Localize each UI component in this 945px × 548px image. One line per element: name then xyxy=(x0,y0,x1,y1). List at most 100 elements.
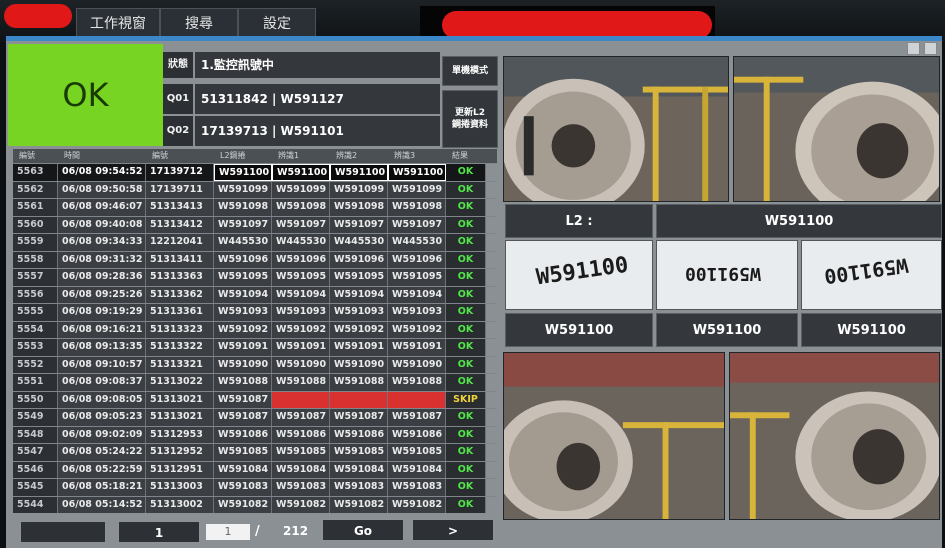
row-ocr1: W591083 xyxy=(272,479,330,496)
row-ocr2: W591084 xyxy=(330,461,388,478)
row-l2: W591091 xyxy=(214,339,272,356)
label-code-3: W591100 xyxy=(822,253,910,289)
row-time: 06/08 05:14:52 xyxy=(58,496,146,513)
update-l2-button[interactable]: 更新L2 鋼捲資料 xyxy=(442,90,498,148)
row-time: 06/08 09:19:29 xyxy=(58,304,146,321)
row-time: 06/08 09:46:07 xyxy=(58,199,146,216)
row-l2: W591083 xyxy=(214,479,272,496)
row-ocr2: W591087 xyxy=(330,409,388,426)
table-row[interactable]: 5562 06/08 09:50:58 17139711 W591099 W591099… xyxy=(13,180,497,198)
row-number: 51313321 xyxy=(146,356,214,373)
row-ocr3: W591085 xyxy=(388,444,446,461)
table-row[interactable]: 5557 06/08 09:28:36 51313363 W591095 W591095… xyxy=(13,268,497,286)
row-time: 06/08 09:40:08 xyxy=(58,216,146,233)
row-ocr1: W591091 xyxy=(272,339,330,356)
row-ocr1: W591094 xyxy=(272,286,330,303)
page-one-button[interactable]: 1 xyxy=(118,521,200,543)
redacted-logo xyxy=(4,4,72,28)
table-row[interactable]: 5559 06/08 09:34:33 12212041 W445530 W445530… xyxy=(13,233,497,251)
header-l2: L2鋼捲 xyxy=(220,151,246,160)
label-code-1: W591100 xyxy=(534,252,631,291)
row-time: 06/08 09:05:23 xyxy=(58,409,146,426)
table-row[interactable]: 5546 06/08 05:22:59 51312951 W591084 W591084… xyxy=(13,460,497,478)
row-index: 5549 xyxy=(13,409,58,426)
row-number: 51312951 xyxy=(146,461,214,478)
row-ocr3: W591090 xyxy=(388,356,446,373)
row-index: 5556 xyxy=(13,286,58,303)
table-row[interactable]: 5547 06/08 05:24:22 51312952 W591085 W591085… xyxy=(13,443,497,461)
table-row[interactable]: 5549 06/08 09:05:23 51313021 W591087 W591087… xyxy=(13,408,497,426)
row-number: 51313003 xyxy=(146,479,214,496)
row-l2: W591098 xyxy=(214,199,272,216)
table-row[interactable]: 5548 06/08 09:02:09 51312953 W591086 W591086… xyxy=(13,425,497,443)
q01-value: 51311842 | W591127 xyxy=(195,84,440,114)
row-ocr3: W591092 xyxy=(388,321,446,338)
go-button[interactable]: Go xyxy=(322,519,404,541)
table-row[interactable]: 5553 06/08 09:13:35 51313322 W591091 W591091… xyxy=(13,338,497,356)
row-ocr1: W591084 xyxy=(272,461,330,478)
row-ocr1: W591086 xyxy=(272,426,330,443)
l2-label: L2 : xyxy=(505,204,653,238)
q02-label: Q02 xyxy=(163,116,193,146)
row-number: 51313361 xyxy=(146,304,214,321)
row-number: 51313022 xyxy=(146,374,214,391)
minimize-icon[interactable] xyxy=(907,42,920,55)
row-index: 5558 xyxy=(13,251,58,268)
row-time: 06/08 09:08:37 xyxy=(58,374,146,391)
row-ocr1: W591085 xyxy=(272,444,330,461)
restore-icon[interactable] xyxy=(924,42,937,55)
row-l2: W591094 xyxy=(214,286,272,303)
row-number: 51312953 xyxy=(146,426,214,443)
row-l2: W445530 xyxy=(214,234,272,251)
table-row[interactable]: 5544 06/08 05:14:52 51313002 W591082 W591082… xyxy=(13,495,497,513)
table-row[interactable]: 5550 06/08 09:08:05 51313021 W591087 SKIP xyxy=(13,390,497,408)
row-ocr3: W591091 xyxy=(388,339,446,356)
page-total: 212 xyxy=(283,524,309,538)
row-ocr2: W591088 xyxy=(330,374,388,391)
row-index: 5547 xyxy=(13,444,58,461)
table-row[interactable]: 5561 06/08 09:46:07 51313413 W591098 W591098… xyxy=(13,198,497,216)
table-row[interactable]: 5563 06/08 09:54:52 17139712 W591100 W591100… xyxy=(13,163,497,181)
row-l2: W591082 xyxy=(214,496,272,513)
row-ocr1: W591097 xyxy=(272,216,330,233)
ocr-result-1: W591100 xyxy=(505,313,653,347)
update-l2-label-1: 更新L2 xyxy=(455,108,485,118)
header-time: 時間 xyxy=(64,151,80,160)
redacted-title xyxy=(442,11,712,39)
table-row[interactable]: 5551 06/08 09:08:37 51313022 W591088 W591088… xyxy=(13,373,497,391)
table-row[interactable]: 5556 06/08 09:25:26 51313362 W591094 W591094… xyxy=(13,285,497,303)
table-row[interactable]: 5552 06/08 09:10:57 51313321 W591090 W591090… xyxy=(13,355,497,373)
row-index: 5562 xyxy=(13,181,58,198)
table-row[interactable]: 5558 06/08 09:31:32 51313411 W591096 W591096… xyxy=(13,250,497,268)
row-number: 51312952 xyxy=(146,444,214,461)
header-index: 編號 xyxy=(19,151,35,160)
label-code-2: W591100 xyxy=(685,263,761,284)
table-row[interactable]: 5545 06/08 05:18:21 51313003 W591083 W591083… xyxy=(13,478,497,496)
row-ocr1: W591087 xyxy=(272,409,330,426)
row-index: 5557 xyxy=(13,269,58,286)
table-row[interactable]: 5555 06/08 09:19:29 51313361 W591093 W591093… xyxy=(13,303,497,321)
first-page-button[interactable] xyxy=(20,521,106,543)
update-l2-label-2: 鋼捲資料 xyxy=(451,120,488,130)
label-crop-1: W591100 xyxy=(505,240,653,310)
table-row[interactable]: 5560 06/08 09:40:08 51313412 W591097 W591097… xyxy=(13,215,497,233)
row-ocr1: W591099 xyxy=(272,181,330,198)
row-index: 5555 xyxy=(13,304,58,321)
q02-value: 17139713 | W591101 xyxy=(195,116,440,146)
row-time: 06/08 05:18:21 xyxy=(58,479,146,496)
standalone-mode-button[interactable]: 單機模式 xyxy=(442,56,498,86)
ocr-result-3: W591100 xyxy=(801,313,942,347)
row-result: OK xyxy=(446,409,486,426)
row-time: 06/08 09:31:32 xyxy=(58,251,146,268)
row-number: 17139712 xyxy=(146,164,214,181)
row-ocr1 xyxy=(272,391,330,408)
q01-label: Q01 xyxy=(163,84,193,114)
table-row[interactable]: 5554 06/08 09:16:21 51313323 W591092 W591092… xyxy=(13,320,497,338)
row-ocr2 xyxy=(330,391,388,408)
row-l2: W591088 xyxy=(214,374,272,391)
row-l2: W591087 xyxy=(214,409,272,426)
row-ocr1: W445530 xyxy=(272,234,330,251)
row-ocr1: W591093 xyxy=(272,304,330,321)
next-page-button[interactable]: > xyxy=(412,519,494,541)
page-input[interactable]: 1 xyxy=(206,524,250,540)
